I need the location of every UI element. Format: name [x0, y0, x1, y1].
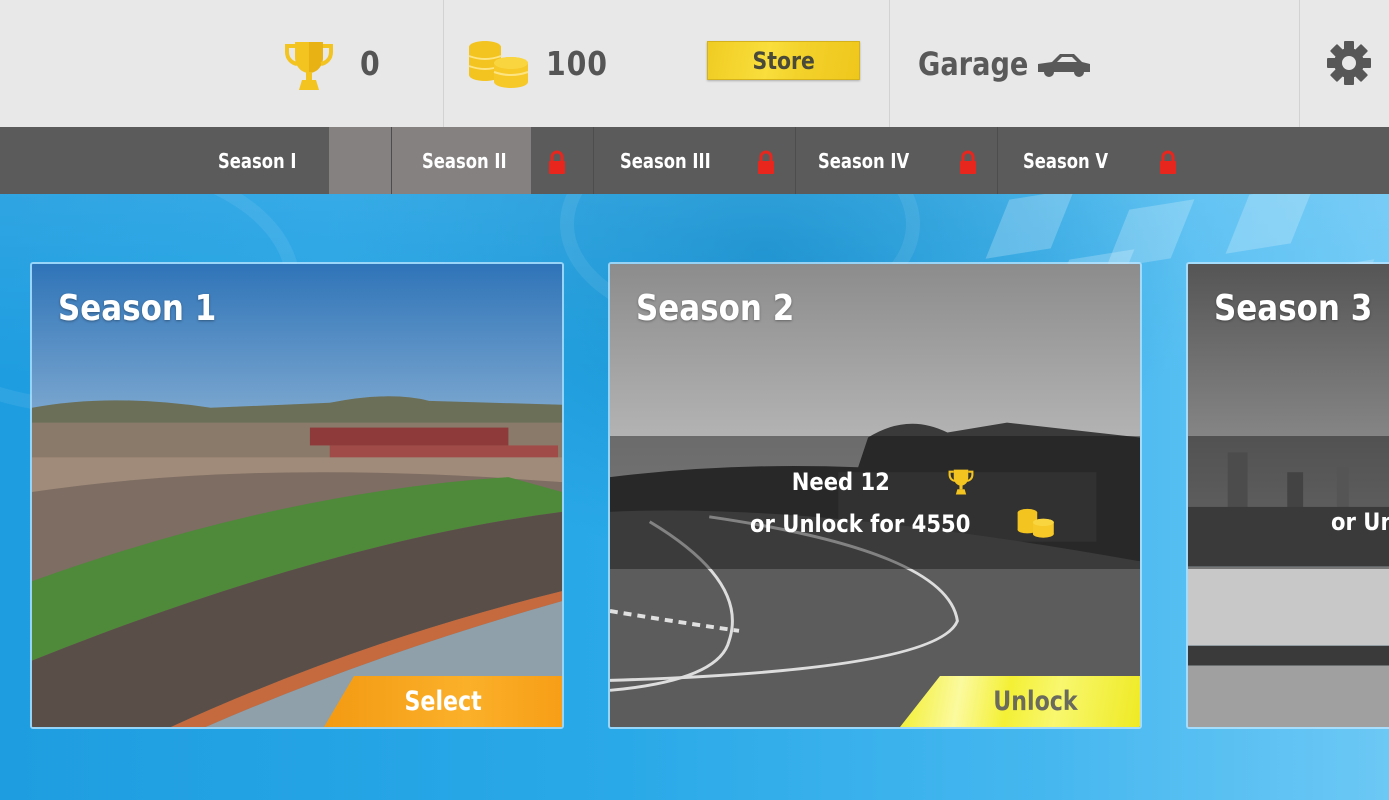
tab-season-2[interactable]: Season II: [392, 127, 531, 194]
track-image: [32, 264, 562, 727]
tab-label: Season IV: [818, 148, 910, 173]
unlock-requirements: Need 12 or Unlock for 4550: [610, 436, 1140, 569]
checkered-flag: [985, 194, 1075, 259]
season-tab-bar: Season I Season II Season III Season IV …: [0, 127, 1389, 194]
season-card-3[interactable]: Season 3 or Unlock for 4550: [1186, 262, 1389, 729]
tab-season-5[interactable]: Season V: [998, 127, 1199, 194]
tab-label: Season II: [422, 148, 507, 173]
select-label: Select: [404, 686, 482, 717]
coin-count: 100: [546, 44, 608, 83]
store-label: Store: [752, 46, 815, 75]
trophy-counter: 0: [282, 0, 384, 127]
store-button[interactable]: Store: [707, 41, 860, 80]
top-bar: 0 100 Store Garage: [0, 0, 1389, 127]
trophy-count: 0: [360, 44, 381, 83]
season-card-1[interactable]: Season 1 Select: [30, 262, 564, 729]
tab-season-3[interactable]: Season III: [594, 127, 795, 194]
coins-icon: [1018, 508, 1055, 538]
coin-requirement: or Unlock for 4550: [610, 508, 1140, 538]
tab-season-2-lock[interactable]: [531, 127, 593, 194]
divider: [443, 0, 444, 127]
car-icon: [1038, 53, 1090, 77]
gear-icon[interactable]: [1326, 40, 1372, 86]
tab-season-2-spacer[interactable]: [329, 127, 391, 194]
card-title: Season 1: [58, 288, 217, 329]
season-card-2[interactable]: Season 2 Need 12 or Unlock for 4550 Unlo…: [608, 262, 1142, 729]
tab-label: Season III: [620, 148, 711, 173]
trophy-icon: [285, 41, 333, 90]
checkered-flag: [1225, 194, 1315, 254]
unlock-cost-text: or Unlock for 4550: [749, 510, 971, 538]
lock-icon: [960, 150, 976, 174]
trophy-requirement: Need 12: [610, 466, 1140, 496]
tab-label: Season I: [218, 148, 297, 173]
tab-season-4[interactable]: Season IV: [796, 127, 997, 194]
lock-icon: [1160, 150, 1176, 174]
unlock-cost-text: or Unlock for 4550: [1331, 508, 1389, 536]
divider: [889, 0, 890, 127]
lock-icon: [758, 150, 774, 174]
select-button[interactable]: Select: [324, 676, 562, 727]
garage-label: Garage: [918, 44, 1029, 83]
lock-icon: [549, 150, 565, 174]
garage-button[interactable]: Garage: [918, 0, 1092, 127]
coin-requirement: or Unlock for 4550: [1316, 508, 1389, 536]
card-title: Season 2: [636, 288, 795, 329]
coin-counter: 100: [468, 0, 618, 127]
divider: [1299, 0, 1300, 127]
unlock-label: Unlock: [992, 686, 1078, 717]
tab-label: Season V: [1023, 148, 1109, 173]
need-trophies-text: Need 12: [791, 468, 890, 496]
card-title: Season 3: [1214, 288, 1373, 329]
coins-icon: [468, 40, 529, 88]
unlock-button[interactable]: Unlock: [900, 676, 1140, 727]
tab-season-1[interactable]: Season I: [0, 127, 329, 194]
unlock-requirements: or Unlock for 4550: [1188, 436, 1389, 569]
trophy-icon: [948, 469, 974, 495]
